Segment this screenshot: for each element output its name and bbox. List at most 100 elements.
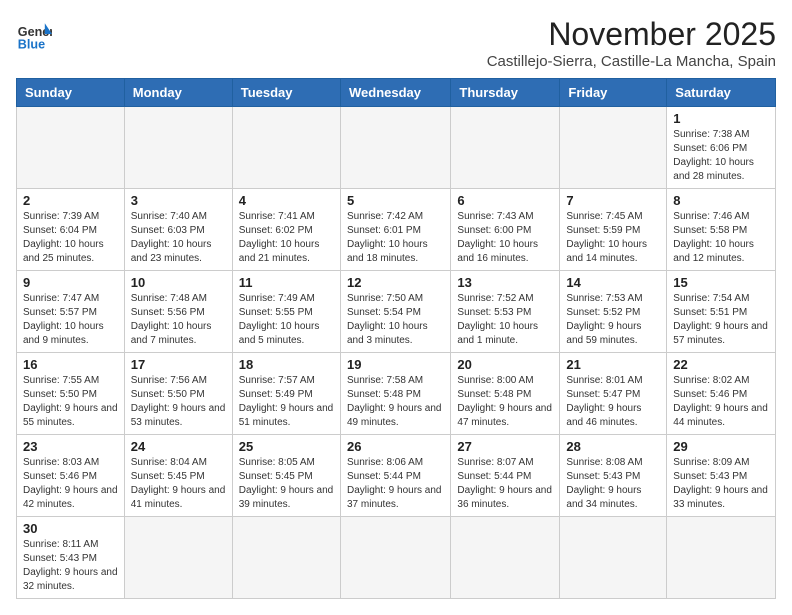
calendar-day-cell <box>451 107 560 189</box>
weekday-header-sunday: Sunday <box>17 79 125 107</box>
day-info: Sunrise: 8:11 AM Sunset: 5:43 PM Dayligh… <box>23 538 118 594</box>
day-number: 7 <box>566 193 660 208</box>
day-info: Sunrise: 8:04 AM Sunset: 5:45 PM Dayligh… <box>131 456 226 512</box>
day-info: Sunrise: 7:54 AM Sunset: 5:51 PM Dayligh… <box>673 292 769 348</box>
calendar-day-cell: 23 Sunrise: 8:03 AM Sunset: 5:46 PM Dayli… <box>17 435 125 517</box>
logo-icon: General Blue <box>16 16 52 52</box>
day-number: 15 <box>673 275 769 290</box>
calendar-day-cell: 1 Sunrise: 7:38 AM Sunset: 6:06 PM Daylig… <box>667 107 776 189</box>
calendar-day-cell: 14Sunrise: 7:53 AM Sunset: 5:52 PM Dayli… <box>560 271 667 353</box>
calendar-day-cell: 4 Sunrise: 7:41 AM Sunset: 6:02 PM Daylig… <box>232 189 340 271</box>
calendar-day-cell: 18Sunrise: 7:57 AM Sunset: 5:49 PM Dayli… <box>232 353 340 435</box>
day-info: Sunrise: 7:55 AM Sunset: 5:50 PM Dayligh… <box>23 374 118 430</box>
calendar-day-cell <box>340 107 450 189</box>
month-title: November 2025 <box>487 16 776 53</box>
day-number: 3 <box>131 193 226 208</box>
calendar-day-cell <box>124 107 232 189</box>
calendar-day-cell: 5 Sunrise: 7:42 AM Sunset: 6:01 PM Daylig… <box>340 189 450 271</box>
day-number: 1 <box>673 111 769 126</box>
day-number: 23 <box>23 439 118 454</box>
weekday-header-saturday: Saturday <box>667 79 776 107</box>
day-number: 8 <box>673 193 769 208</box>
day-number: 26 <box>347 439 444 454</box>
day-info: Sunrise: 7:49 AM Sunset: 5:55 PM Dayligh… <box>239 292 334 348</box>
day-info: Sunrise: 7:40 AM Sunset: 6:03 PM Dayligh… <box>131 210 226 266</box>
page-header: General Blue November 2025 Castillejo-Si… <box>16 16 776 70</box>
day-number: 5 <box>347 193 444 208</box>
calendar-day-cell: 13 Sunrise: 7:52 AM Sunset: 5:53 PM Dayli… <box>451 271 560 353</box>
day-info: Sunrise: 7:42 AM Sunset: 6:01 PM Dayligh… <box>347 210 444 266</box>
calendar-day-cell: 3 Sunrise: 7:40 AM Sunset: 6:03 PM Daylig… <box>124 189 232 271</box>
calendar-day-cell: 21Sunrise: 8:01 AM Sunset: 5:47 PM Dayli… <box>560 353 667 435</box>
day-number: 11 <box>239 275 334 290</box>
day-number: 28 <box>566 439 660 454</box>
calendar-day-cell: 30Sunrise: 8:11 AM Sunset: 5:43 PM Dayli… <box>17 517 125 599</box>
day-info: Sunrise: 7:38 AM Sunset: 6:06 PM Dayligh… <box>673 128 769 184</box>
day-number: 20 <box>457 357 553 372</box>
calendar-day-cell <box>560 107 667 189</box>
day-number: 13 <box>457 275 553 290</box>
day-number: 17 <box>131 357 226 372</box>
day-info: Sunrise: 7:48 AM Sunset: 5:56 PM Dayligh… <box>131 292 226 348</box>
day-info: Sunrise: 8:05 AM Sunset: 5:45 PM Dayligh… <box>239 456 334 512</box>
calendar-week-row: 2 Sunrise: 7:39 AM Sunset: 6:04 PM Daylig… <box>17 189 776 271</box>
day-number: 22 <box>673 357 769 372</box>
day-info: Sunrise: 7:56 AM Sunset: 5:50 PM Dayligh… <box>131 374 226 430</box>
weekday-header-friday: Friday <box>560 79 667 107</box>
calendar-day-cell: 10 Sunrise: 7:48 AM Sunset: 5:56 PM Dayli… <box>124 271 232 353</box>
calendar-day-cell <box>17 107 125 189</box>
day-number: 18 <box>239 357 334 372</box>
day-info: Sunrise: 7:58 AM Sunset: 5:48 PM Dayligh… <box>347 374 444 430</box>
calendar-day-cell: 11 Sunrise: 7:49 AM Sunset: 5:55 PM Dayli… <box>232 271 340 353</box>
day-number: 4 <box>239 193 334 208</box>
weekday-header-monday: Monday <box>124 79 232 107</box>
day-info: Sunrise: 7:45 AM Sunset: 5:59 PM Dayligh… <box>566 210 660 266</box>
calendar-week-row: 16 Sunrise: 7:55 AM Sunset: 5:50 PM Dayli… <box>17 353 776 435</box>
day-number: 12 <box>347 275 444 290</box>
calendar-day-cell <box>232 107 340 189</box>
calendar-day-cell: 27 Sunrise: 8:07 AM Sunset: 5:44 PM Dayli… <box>451 435 560 517</box>
calendar-day-cell: 26 Sunrise: 8:06 AM Sunset: 5:44 PM Dayli… <box>340 435 450 517</box>
calendar-day-cell: 17 Sunrise: 7:56 AM Sunset: 5:50 PM Dayli… <box>124 353 232 435</box>
calendar-day-cell <box>560 517 667 599</box>
calendar-day-cell: 19 Sunrise: 7:58 AM Sunset: 5:48 PM Dayli… <box>340 353 450 435</box>
day-info: Sunrise: 8:03 AM Sunset: 5:46 PM Dayligh… <box>23 456 118 512</box>
calendar-day-cell: 24 Sunrise: 8:04 AM Sunset: 5:45 PM Dayli… <box>124 435 232 517</box>
calendar-day-cell: 29Sunrise: 8:09 AM Sunset: 5:43 PM Dayli… <box>667 435 776 517</box>
day-info: Sunrise: 8:01 AM Sunset: 5:47 PM Dayligh… <box>566 374 660 430</box>
day-number: 10 <box>131 275 226 290</box>
day-info: Sunrise: 8:06 AM Sunset: 5:44 PM Dayligh… <box>347 456 444 512</box>
day-info: Sunrise: 7:39 AM Sunset: 6:04 PM Dayligh… <box>23 210 118 266</box>
day-number: 6 <box>457 193 553 208</box>
calendar-week-row: 23 Sunrise: 8:03 AM Sunset: 5:46 PM Dayli… <box>17 435 776 517</box>
calendar-day-cell: 8 Sunrise: 7:46 AM Sunset: 5:58 PM Daylig… <box>667 189 776 271</box>
weekday-header-row: SundayMondayTuesdayWednesdayThursdayFrid… <box>17 79 776 107</box>
day-number: 24 <box>131 439 226 454</box>
calendar-day-cell: 25Sunrise: 8:05 AM Sunset: 5:45 PM Dayli… <box>232 435 340 517</box>
day-info: Sunrise: 7:43 AM Sunset: 6:00 PM Dayligh… <box>457 210 553 266</box>
day-info: Sunrise: 8:07 AM Sunset: 5:44 PM Dayligh… <box>457 456 553 512</box>
calendar-day-cell <box>451 517 560 599</box>
day-info: Sunrise: 7:41 AM Sunset: 6:02 PM Dayligh… <box>239 210 334 266</box>
day-number: 29 <box>673 439 769 454</box>
weekday-header-wednesday: Wednesday <box>340 79 450 107</box>
day-number: 27 <box>457 439 553 454</box>
calendar-day-cell: 6 Sunrise: 7:43 AM Sunset: 6:00 PM Daylig… <box>451 189 560 271</box>
calendar-day-cell: 12Sunrise: 7:50 AM Sunset: 5:54 PM Dayli… <box>340 271 450 353</box>
calendar-day-cell: 15 Sunrise: 7:54 AM Sunset: 5:51 PM Dayli… <box>667 271 776 353</box>
day-number: 14 <box>566 275 660 290</box>
calendar-day-cell: 2 Sunrise: 7:39 AM Sunset: 6:04 PM Daylig… <box>17 189 125 271</box>
calendar-day-cell: 20Sunrise: 8:00 AM Sunset: 5:48 PM Dayli… <box>451 353 560 435</box>
day-info: Sunrise: 8:08 AM Sunset: 5:43 PM Dayligh… <box>566 456 660 512</box>
calendar-day-cell: 28 Sunrise: 8:08 AM Sunset: 5:43 PM Dayli… <box>560 435 667 517</box>
calendar-day-cell: 16 Sunrise: 7:55 AM Sunset: 5:50 PM Dayli… <box>17 353 125 435</box>
day-number: 16 <box>23 357 118 372</box>
day-info: Sunrise: 7:52 AM Sunset: 5:53 PM Dayligh… <box>457 292 553 348</box>
day-number: 19 <box>347 357 444 372</box>
svg-text:Blue: Blue <box>18 37 45 51</box>
weekday-header-thursday: Thursday <box>451 79 560 107</box>
calendar-day-cell: 9Sunrise: 7:47 AM Sunset: 5:57 PM Daylig… <box>17 271 125 353</box>
day-info: Sunrise: 7:46 AM Sunset: 5:58 PM Dayligh… <box>673 210 769 266</box>
day-number: 2 <box>23 193 118 208</box>
calendar-day-cell <box>232 517 340 599</box>
